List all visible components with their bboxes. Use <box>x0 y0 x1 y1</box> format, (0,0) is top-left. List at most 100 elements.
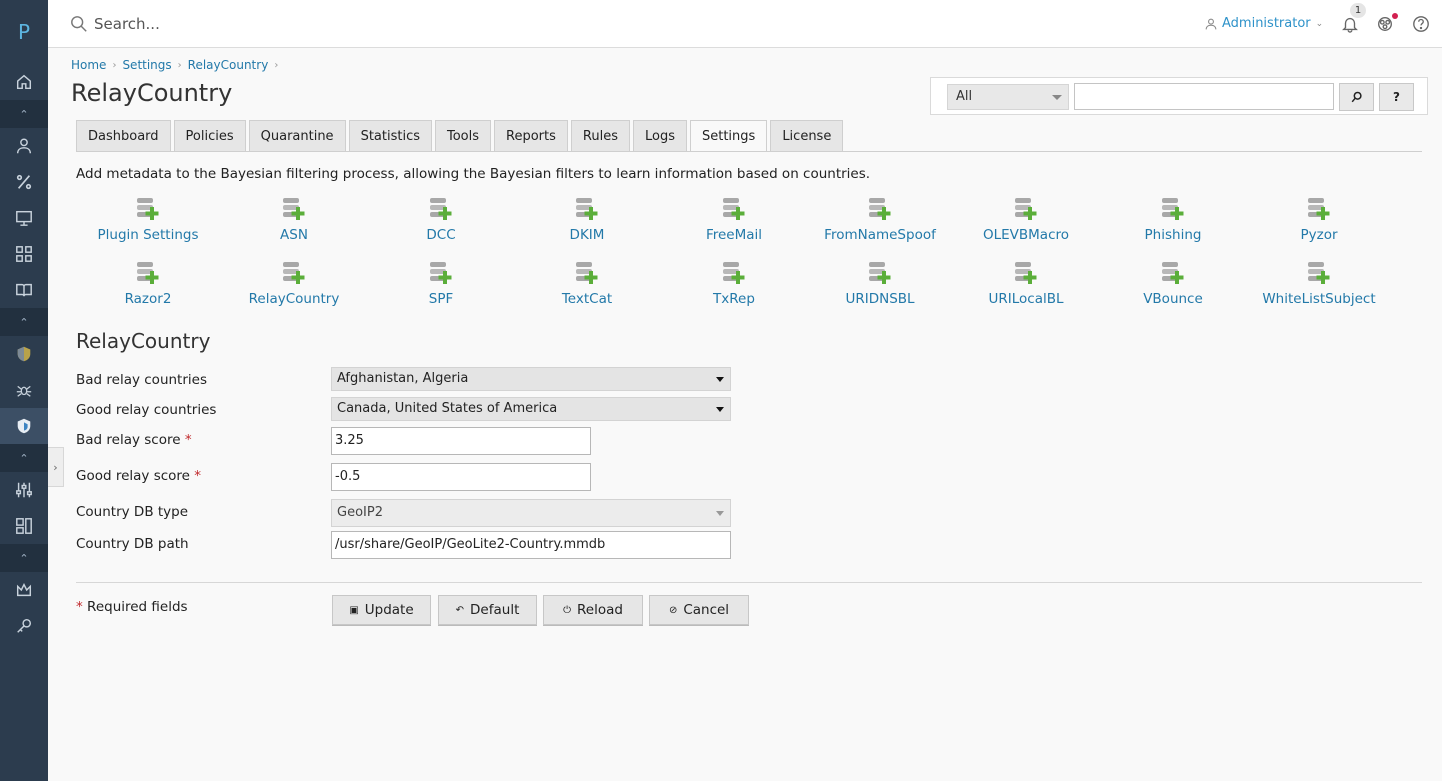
search-input[interactable] <box>94 12 394 36</box>
good-relay-countries-select[interactable]: Canada, United States of America <box>331 397 731 421</box>
help-icon[interactable] <box>1411 14 1431 34</box>
plugin-pyzor[interactable]: Pyzor <box>1246 195 1392 243</box>
filter-select[interactable]: All <box>947 84 1069 110</box>
shield-yellow-icon[interactable] <box>0 336 48 372</box>
plugin-label: URIDNSBL <box>845 291 915 307</box>
chevron-down-icon <box>1052 95 1062 100</box>
plugin-label: Phishing <box>1144 227 1202 243</box>
tab-logs[interactable]: Logs <box>632 120 687 152</box>
plugin-plugin-settings[interactable]: Plugin Settings <box>75 195 221 243</box>
section-title: RelayCountry <box>76 329 211 353</box>
plugin-freemail[interactable]: FreeMail <box>661 195 807 243</box>
tab-statistics[interactable]: Statistics <box>348 120 432 152</box>
tab-quarantine[interactable]: Quarantine <box>248 120 346 152</box>
plugin-label: TxRep <box>713 291 755 307</box>
cancel-icon: ⊘ <box>668 604 678 616</box>
bad-relay-countries-select[interactable]: Afghanistan, Algeria <box>331 367 731 391</box>
section-collapse-icon[interactable]: ⌃ <box>0 544 48 572</box>
database-add-icon <box>723 262 745 284</box>
database-add-icon <box>576 198 598 220</box>
shield-blue-icon[interactable] <box>0 408 48 444</box>
plugin-label: URILocalBL <box>988 291 1064 307</box>
plugin-label: Razor2 <box>124 291 172 307</box>
bad-relay-score-input[interactable]: 3.25 <box>331 427 591 455</box>
database-add-icon <box>1308 262 1330 284</box>
breadcrumb-relaycountry[interactable]: RelayCountry <box>188 58 269 72</box>
plugin-txrep[interactable]: TxRep <box>661 259 807 307</box>
update-button[interactable]: ▣ Update <box>332 595 431 625</box>
chevron-down-icon <box>716 407 724 412</box>
tab-license[interactable]: License <box>770 120 844 152</box>
filter-help-button[interactable]: ? <box>1379 83 1414 111</box>
user-menu[interactable]: Administrator ⌄ <box>1205 16 1323 31</box>
required-mark: * <box>184 432 192 448</box>
spider-icon[interactable] <box>0 372 48 408</box>
section-collapse-icon[interactable]: ⌃ <box>0 308 48 336</box>
database-add-icon <box>869 262 891 284</box>
search-icon <box>71 16 87 32</box>
tab-rules[interactable]: Rules <box>570 120 630 152</box>
required-fields-note: * Required fields <box>76 599 188 615</box>
chevron-down-icon <box>716 511 724 516</box>
plugin-label: Pyzor <box>1300 227 1338 243</box>
notification-badge: 1 <box>1350 3 1366 18</box>
plugin-vbounce[interactable]: VBounce <box>1100 259 1246 307</box>
user-icon[interactable] <box>0 128 48 164</box>
section-collapse-icon[interactable]: ⌃ <box>0 100 48 128</box>
database-add-icon <box>723 198 745 220</box>
plugin-relaycountry[interactable]: RelayCountry <box>221 259 367 307</box>
tab-policies[interactable]: Policies <box>173 120 246 152</box>
app-logo[interactable]: P <box>0 0 48 64</box>
plugin-razor2[interactable]: Razor2 <box>75 259 221 307</box>
cancel-button[interactable]: ⊘ Cancel <box>649 595 749 625</box>
monitor-icon[interactable] <box>0 200 48 236</box>
user-name: Administrator <box>1222 16 1311 31</box>
sidebar: P ⌃ ⌃ ⌃ ⌃ <box>0 0 48 781</box>
database-add-icon <box>869 198 891 220</box>
plugin-fromnamespoof[interactable]: FromNameSpoof <box>807 195 953 243</box>
reload-button[interactable]: ⏻ Reload <box>543 595 643 625</box>
country-db-type-select[interactable]: GeoIP2 <box>331 499 731 527</box>
plugin-asn[interactable]: ASN <box>221 195 367 243</box>
plugin-dkim[interactable]: DKIM <box>514 195 660 243</box>
plugin-label: FreeMail <box>705 227 763 243</box>
grid-icon[interactable] <box>0 236 48 272</box>
tab-divider <box>76 151 1422 152</box>
plugin-textcat[interactable]: TextCat <box>514 259 660 307</box>
plugin-whitelistsubject[interactable]: WhiteListSubject <box>1246 259 1392 307</box>
filter-search-button[interactable] <box>1339 83 1374 111</box>
country-db-path-input[interactable]: /usr/share/GeoIP/GeoLite2-Country.mmdb <box>331 531 731 559</box>
plugin-urilocalbl[interactable]: URILocalBL <box>953 259 1099 307</box>
key-icon[interactable] <box>0 608 48 644</box>
filter-input[interactable] <box>1074 83 1334 110</box>
breadcrumb-home[interactable]: Home <box>71 58 106 72</box>
tab-settings[interactable]: Settings <box>689 120 768 152</box>
plugin-label: Plugin Settings <box>97 227 199 243</box>
tab-reports[interactable]: Reports <box>494 120 568 152</box>
percent-icon[interactable] <box>0 164 48 200</box>
breadcrumb-settings[interactable]: Settings <box>122 58 171 72</box>
required-mark: * <box>194 468 202 484</box>
good-relay-score-input[interactable]: -0.5 <box>331 463 591 491</box>
section-collapse-icon[interactable]: ⌃ <box>0 444 48 472</box>
tab-tools[interactable]: Tools <box>435 120 492 152</box>
default-button[interactable]: ↶ Default <box>438 595 537 625</box>
layout-icon[interactable] <box>0 508 48 544</box>
sliders-icon[interactable] <box>0 472 48 508</box>
chevron-down-icon <box>716 377 724 382</box>
plugin-dcc[interactable]: DCC <box>368 195 514 243</box>
tab-dashboard[interactable]: Dashboard <box>76 120 171 152</box>
plugin-olevbmacro[interactable]: OLEVBMacro <box>953 195 1099 243</box>
country-db-path-label: Country DB path <box>76 536 189 552</box>
database-add-icon <box>1162 198 1184 220</box>
book-icon[interactable] <box>0 272 48 308</box>
database-add-icon <box>1162 262 1184 284</box>
database-add-icon <box>1015 262 1037 284</box>
plugin-phishing[interactable]: Phishing <box>1100 195 1246 243</box>
plugin-spf[interactable]: SPF <box>368 259 514 307</box>
plugin-label: DKIM <box>569 227 605 243</box>
crown-icon[interactable] <box>0 572 48 608</box>
plugin-uridnsbl[interactable]: URIDNSBL <box>807 259 953 307</box>
chevron-right-icon: › <box>112 59 117 71</box>
home-icon[interactable] <box>0 64 48 100</box>
